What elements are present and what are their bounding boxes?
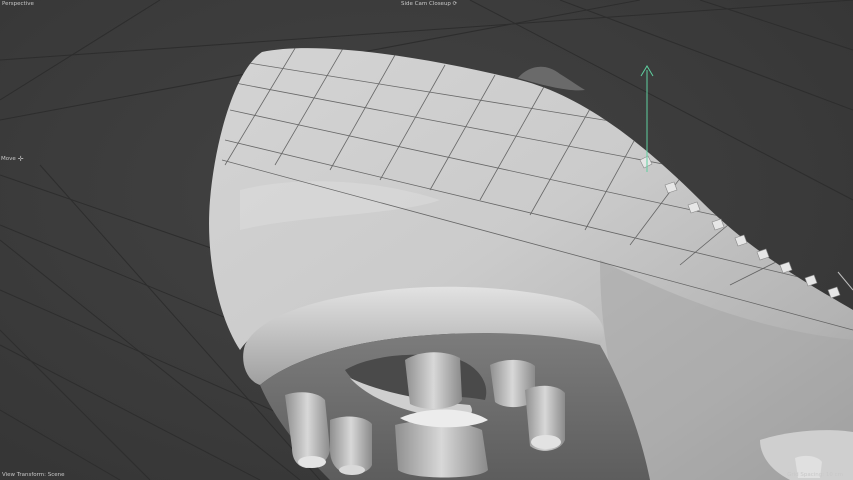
stud-center[interactable] [395,420,488,478]
3d-viewport[interactable]: Perspective Side Cam Closeup ⟳ Move ✛ Vi… [0,0,853,480]
view-transform-status: View Transform: Scene [2,472,65,478]
stud-rear-left-tip [298,456,326,468]
move-cross-icon: ✛ [17,155,24,163]
stud-front-right-tip [531,435,561,449]
grid-spacing-status: Grid Spacing: 10 cm [787,472,843,478]
gizmo-x-axis[interactable] [837,271,853,291]
tool-name-label: Move [1,156,16,162]
stud-rear-mid-tip [339,465,365,475]
scene-canvas[interactable] [0,0,853,480]
active-tool-indicator[interactable]: Move ✛ [1,156,24,163]
camera-selector[interactable]: Side Cam Closeup ⟳ [401,1,457,8]
stud-front-left[interactable] [405,352,462,409]
view-name-label[interactable]: Perspective [2,1,34,8]
